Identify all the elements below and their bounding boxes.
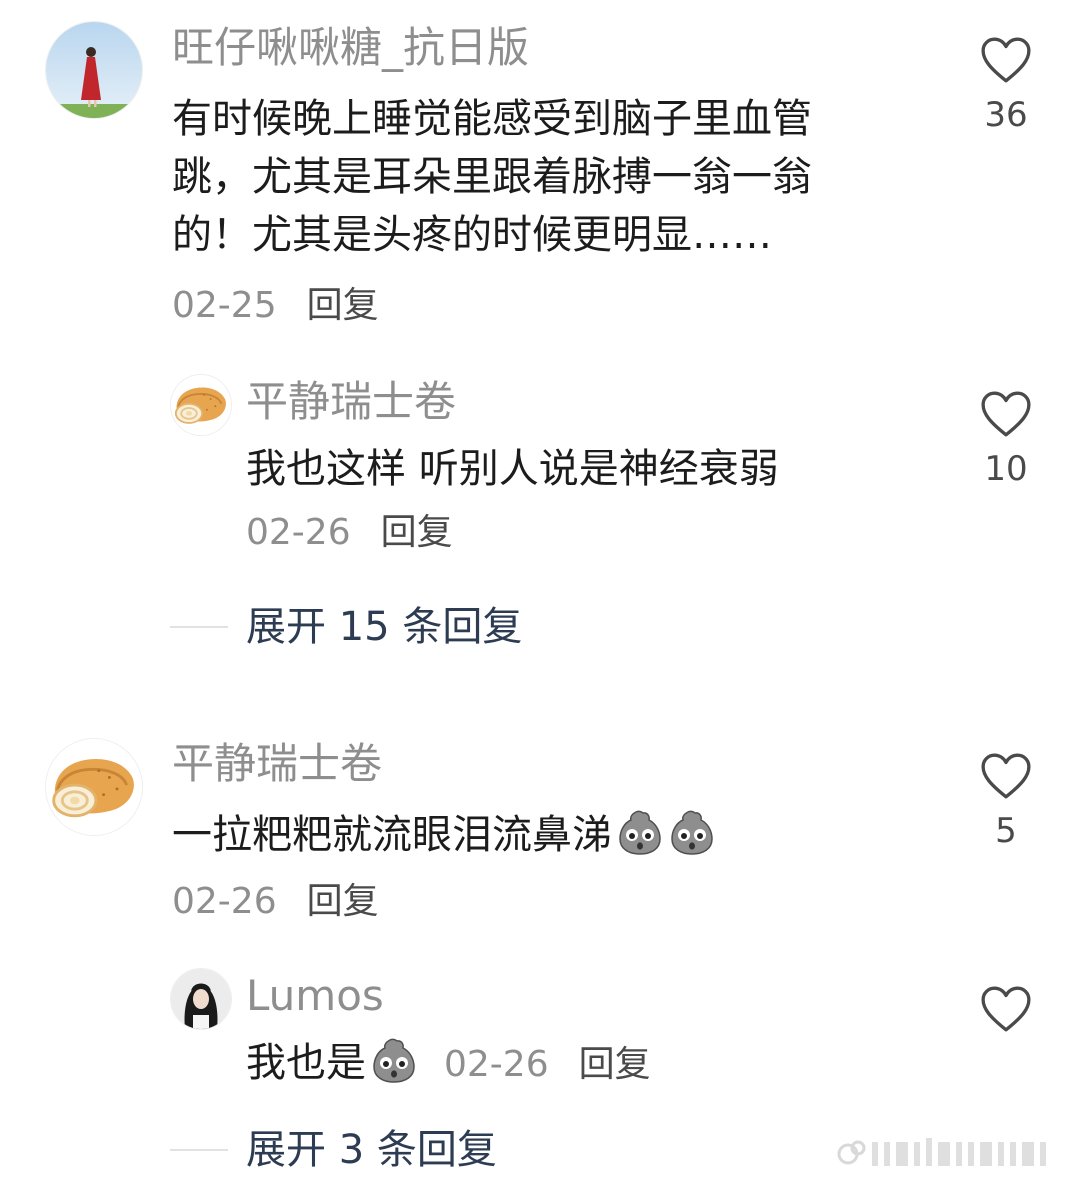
comment-line: 有时候晚上睡觉能感受到脑子里血管 [172, 96, 812, 142]
like-button[interactable]: 10 [976, 390, 1036, 486]
reply-text: 我也这样 听别人说是神经衰弱 [246, 446, 779, 492]
heart-outline-icon [980, 36, 1032, 84]
girl-in-red-dress-avatar-icon [46, 22, 142, 118]
reply-meta: 02-26 回复 [444, 1044, 651, 1085]
shocked-potato-emoji-icon [370, 1036, 418, 1084]
reply-button[interactable]: 回复 [307, 285, 379, 326]
reply-line: 我也是 [246, 1040, 366, 1086]
like-button[interactable]: 36 [976, 36, 1036, 132]
user-avatar[interactable] [45, 738, 143, 836]
heart-outline-icon [980, 985, 1032, 1033]
expand-replies-label: 展开 3 条回复 [246, 1127, 497, 1173]
username[interactable]: 平静瑞士卷 [246, 381, 456, 423]
heart-outline-icon [980, 390, 1032, 438]
comment-line: 跳，尤其是耳朵里跟着脉搏一翁一翁 [172, 154, 812, 200]
expand-replies-button[interactable]: 展开 15 条回复 [170, 607, 522, 647]
dark-hair-girl-avatar-icon [171, 969, 231, 1029]
comment-text: 有时候晚上睡觉能感受到脑子里血管 跳，尤其是耳朵里跟着脉搏一翁一翁 的！尤其是头… [172, 90, 812, 264]
expand-replies-label: 展开 15 条回复 [246, 604, 523, 650]
comment-date: 02-25 [172, 285, 277, 326]
like-count: 36 [984, 95, 1028, 135]
swiss-roll-avatar-icon [46, 739, 142, 835]
username[interactable]: Lumos [246, 975, 384, 1017]
comment-date: 02-26 [172, 881, 277, 922]
reply-button[interactable]: 回复 [579, 1044, 651, 1085]
reply-text: 我也是 02-26 回复 [246, 1034, 651, 1092]
divider-line [170, 626, 228, 628]
reply-button[interactable]: 回复 [307, 881, 379, 922]
reply-date: 02-26 [444, 1044, 549, 1085]
swiss-roll-avatar-icon [171, 375, 231, 435]
shocked-potato-emoji-icon [616, 808, 664, 856]
username[interactable]: 旺仔啾啾糖_抗日版 [172, 27, 529, 69]
comment-meta: 02-26 回复 [172, 884, 379, 920]
user-avatar[interactable] [170, 374, 232, 436]
like-count: 10 [984, 449, 1028, 489]
reply-date: 02-26 [246, 512, 351, 553]
like-count: 5 [995, 811, 1017, 851]
username[interactable]: 平静瑞士卷 [172, 743, 382, 785]
watermark [832, 1134, 1052, 1174]
like-button[interactable] [976, 985, 1036, 1033]
like-button[interactable]: 5 [976, 752, 1036, 848]
divider-line [170, 1149, 228, 1151]
comment-meta: 02-25 回复 [172, 288, 379, 324]
comment-line: 一拉粑粑就流眼泪流鼻涕 [172, 812, 612, 858]
reply-button[interactable]: 回复 [381, 512, 453, 553]
user-avatar[interactable] [45, 21, 143, 119]
reply-meta: 02-26 回复 [246, 515, 453, 551]
comment-line: 的！尤其是头疼的时候更明显…… [172, 212, 772, 258]
comment-text: 一拉粑粑就流眼泪流鼻涕 [172, 806, 716, 864]
user-avatar[interactable] [170, 968, 232, 1030]
watermark-logo-icon [837, 1138, 1046, 1166]
shocked-potato-emoji-icon [668, 808, 716, 856]
expand-replies-button[interactable]: 展开 3 条回复 [170, 1130, 497, 1170]
heart-outline-icon [980, 752, 1032, 800]
